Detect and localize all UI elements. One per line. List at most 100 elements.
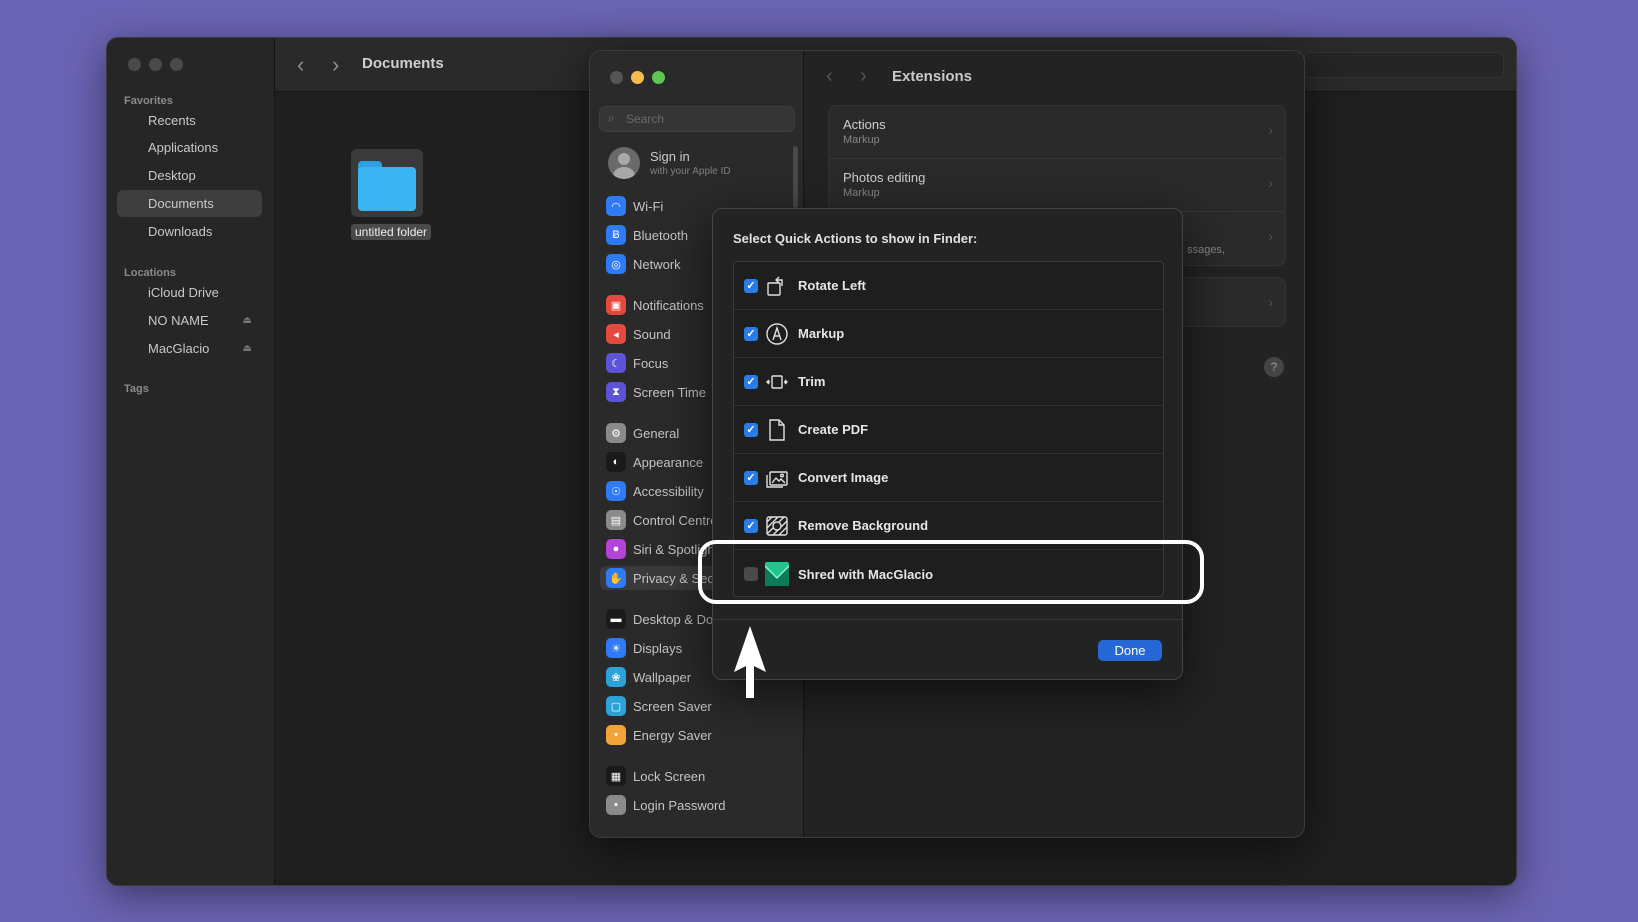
sidebar-scrollbar[interactable] xyxy=(793,146,798,208)
quick-action-label: Trim xyxy=(798,374,826,389)
minimize-button[interactable] xyxy=(631,71,644,84)
remove-background-icon xyxy=(764,513,790,539)
rotate-left-icon xyxy=(764,273,790,299)
done-button[interactable]: Done xyxy=(1098,640,1162,661)
settings-search-input[interactable]: ⌕ Search xyxy=(599,106,795,132)
checkbox[interactable]: ✓ xyxy=(744,374,758,389)
bell-icon: ▣ xyxy=(606,295,626,315)
ext-row-photos-editing[interactable]: Photos editing Markup › xyxy=(829,159,1285,212)
sidebar-item-label: Displays xyxy=(633,640,683,656)
quick-action-rotate-left[interactable]: ✓ Rotate Left xyxy=(734,262,1163,310)
sidebar-item-label: Energy Saver xyxy=(633,727,712,743)
sidebar-item-label: NO NAME xyxy=(148,313,209,328)
sidebar-item-wi-fi[interactable]: ◠ Wi-Fi xyxy=(606,194,663,218)
sidebar-item-label: Control Centre xyxy=(633,512,718,528)
sidebar-item-no-name[interactable]: NO NAME ⏏ xyxy=(117,307,262,334)
apple-id-signin[interactable]: Sign in with your Apple ID xyxy=(608,147,731,179)
sidebar-item-screen-saver[interactable]: ▢ Screen Saver xyxy=(606,694,712,718)
sidebar-item-general[interactable]: ⚙ General xyxy=(606,421,679,445)
sidebar-item-label: Lock Screen xyxy=(633,768,706,784)
sidebar-item-displays[interactable]: ☀ Displays xyxy=(606,636,682,660)
back-chevron-icon[interactable]: ‹ xyxy=(826,65,833,88)
settings-window-controls xyxy=(610,71,665,84)
checkbox[interactable]: ✓ xyxy=(744,326,758,341)
accessibility-icon: ☉ xyxy=(606,481,626,501)
sidebar-item-wallpaper[interactable]: ❀ Wallpaper xyxy=(606,665,691,689)
quick-action-label: Convert Image xyxy=(798,470,889,485)
folder-label[interactable]: untitled folder xyxy=(351,224,432,240)
sidebar-item-notifications[interactable]: ▣ Notifications xyxy=(606,293,704,317)
quick-action-trim[interactable]: ✓ Trim xyxy=(734,358,1163,406)
sidebar-item-label: Screen Time xyxy=(633,384,706,400)
sidebar-item-network[interactable]: ◎ Network xyxy=(606,252,681,276)
checkbox[interactable]: ✓ xyxy=(744,422,758,437)
forward-chevron-icon[interactable]: › xyxy=(860,65,867,88)
lock-icon: ▦ xyxy=(606,766,626,786)
signin-title: Sign in xyxy=(650,149,690,164)
quick-action-convert-image[interactable]: ✓ Convert Image xyxy=(734,454,1163,502)
sidebar-item-control-centre[interactable]: ▤ Control Centre xyxy=(606,508,718,532)
sidebar-item-label: Focus xyxy=(633,355,669,371)
sidebar-item-desktop[interactable]: Desktop xyxy=(117,162,262,189)
bulb-icon: • xyxy=(606,725,626,745)
screen-saver-icon: ▢ xyxy=(606,696,626,716)
finder-window-controls xyxy=(128,58,183,71)
markup-icon xyxy=(764,321,790,347)
checkbox[interactable]: ✓ xyxy=(744,470,758,485)
sidebar-item-desktop-dock[interactable]: ▬ Desktop & Dock xyxy=(606,607,726,631)
sidebar-item-energy-saver[interactable]: • Energy Saver xyxy=(606,723,712,747)
sidebar-item-label: Login Password xyxy=(633,797,726,813)
sidebar-item-label: General xyxy=(633,425,680,441)
sidebar-item-appearance[interactable]: ◐ Appearance xyxy=(606,450,703,474)
finder-sidebar: Favorites Recents Applications Desktop D… xyxy=(107,38,275,885)
sidebar-item-screen-time[interactable]: ⧗ Screen Time xyxy=(606,380,706,404)
sidebar-item-label: Screen Saver xyxy=(633,698,712,714)
siri-icon: ● xyxy=(606,539,626,559)
quick-action-label: Remove Background xyxy=(798,518,929,533)
sidebar-item-label: Bluetooth xyxy=(633,227,688,243)
sidebar-item-lock-screen[interactable]: ▦ Lock Screen xyxy=(606,764,705,788)
locations-header: Locations xyxy=(124,267,176,279)
sidebar-item-accessibility[interactable]: ☉ Accessibility xyxy=(606,479,704,503)
sidebar-item-login-password[interactable]: • Login Password xyxy=(606,793,726,817)
sidebar-item-recents[interactable]: Recents xyxy=(117,107,262,134)
bluetooth-icon: Ƀ xyxy=(606,225,626,245)
hand-icon: ✋ xyxy=(606,568,626,588)
checkbox[interactable]: ✓ xyxy=(744,278,758,293)
close-button[interactable] xyxy=(128,58,141,71)
sidebar-item-icloud-drive[interactable]: iCloud Drive xyxy=(117,279,262,306)
sidebar-item-focus[interactable]: ☾ Focus xyxy=(606,351,668,375)
close-button[interactable] xyxy=(610,71,623,84)
sidebar-item-applications[interactable]: Applications xyxy=(117,134,262,161)
zoom-button[interactable] xyxy=(652,71,665,84)
sidebar-item-bluetooth[interactable]: Ƀ Bluetooth xyxy=(606,223,688,247)
chevron-right-icon: › xyxy=(1268,122,1273,138)
wallpaper-icon: ❀ xyxy=(606,667,626,687)
eject-icon[interactable]: ⏏ xyxy=(243,315,252,326)
help-button[interactable]: ? xyxy=(1264,357,1284,377)
sidebar-item-sound[interactable]: ◂ Sound xyxy=(606,322,671,346)
folder-icon[interactable] xyxy=(351,149,423,217)
signin-subtitle: with your Apple ID xyxy=(650,166,731,177)
key-icon: • xyxy=(606,795,626,815)
sidebar-item-documents[interactable]: Documents xyxy=(117,190,262,217)
sidebar-item-label: Sound xyxy=(633,326,671,342)
sheet-title: Select Quick Actions to show in Finder: xyxy=(733,231,978,246)
sidebar-item-macglacio[interactable]: MacGlacio ⏏ xyxy=(117,335,262,362)
moon-icon: ☾ xyxy=(606,353,626,373)
quick-action-create-pdf[interactable]: ✓ Create PDF xyxy=(734,406,1163,454)
finder-search-field[interactable] xyxy=(1304,52,1504,78)
forward-chevron-icon[interactable]: › xyxy=(332,52,339,78)
arrow-up-icon xyxy=(734,626,766,698)
eject-icon[interactable]: ⏏ xyxy=(243,343,252,354)
quick-action-markup[interactable]: ✓ Markup xyxy=(734,310,1163,358)
ext-row-actions[interactable]: Actions Markup › xyxy=(829,106,1285,159)
minimize-button[interactable] xyxy=(149,58,162,71)
ext-row-title: Actions xyxy=(843,117,886,132)
back-chevron-icon[interactable]: ‹ xyxy=(297,52,304,78)
sidebar-item-downloads[interactable]: Downloads xyxy=(117,218,262,245)
zoom-button[interactable] xyxy=(170,58,183,71)
checkbox[interactable]: ✓ xyxy=(744,518,758,533)
sidebar-item-label: Network xyxy=(633,256,681,272)
photos-icon xyxy=(764,465,790,491)
